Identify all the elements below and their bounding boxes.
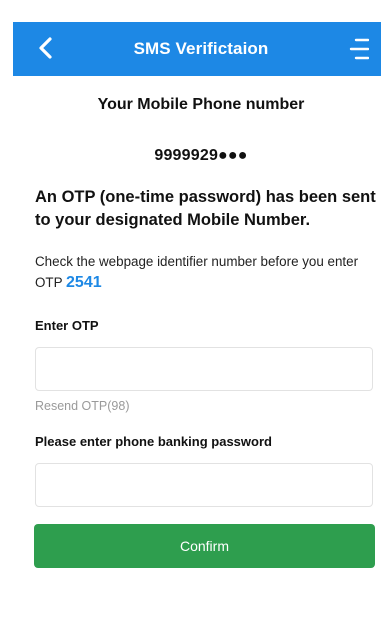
phone-section-title: Your Mobile Phone number [97, 96, 305, 113]
resend-otp-link[interactable]: Resend OTP(98) [35, 399, 129, 413]
identifier-code: 2541 [66, 274, 102, 291]
menu-icon [349, 38, 369, 60]
phone-banking-password-input[interactable] [35, 463, 373, 507]
otp-label: Enter OTP [35, 318, 99, 333]
otp-notice: An OTP (one-time password) has been sent… [35, 188, 376, 229]
otp-input[interactable] [35, 347, 373, 391]
app-header: SMS Verifictaion [13, 22, 381, 76]
page-title: SMS Verifictaion [133, 39, 269, 58]
identifier-instruction: Check the webpage identifier number befo… [35, 251, 381, 293]
menu-button[interactable] [347, 36, 369, 62]
confirm-button[interactable]: Confirm [34, 524, 375, 568]
masked-phone-number: 9999929●●● [154, 147, 248, 164]
password-label: Please enter phone banking password [35, 434, 272, 449]
